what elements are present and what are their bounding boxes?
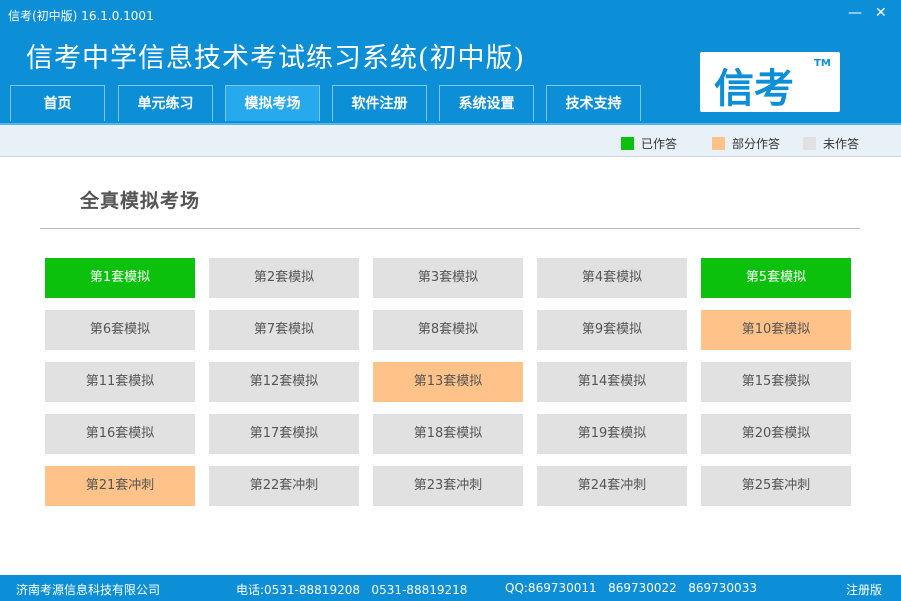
legend-partial: 部分作答 xyxy=(712,135,780,152)
status-edition: 注册版 xyxy=(846,583,883,597)
exam-button-20[interactable]: 第20套模拟 xyxy=(701,414,851,454)
exam-button-3[interactable]: 第3套模拟 xyxy=(373,258,523,298)
legend-none: 未作答 xyxy=(803,135,859,152)
exam-button-21[interactable]: 第21套冲刺 xyxy=(45,466,195,506)
legend-none-swatch xyxy=(803,137,816,150)
exam-button-9[interactable]: 第9套模拟 xyxy=(537,310,687,350)
legend-partial-swatch xyxy=(712,137,725,150)
legend-done: 已作答 xyxy=(621,135,677,152)
status-bar: 济南考源信息科技有限公司 电话:0531-88819208 0531-88819… xyxy=(0,575,901,601)
tab-software-register[interactable]: 软件注册 xyxy=(332,85,427,121)
exam-button-1[interactable]: 第1套模拟 xyxy=(45,258,195,298)
exam-button-23[interactable]: 第23套冲刺 xyxy=(373,466,523,506)
title-bar: 信考(初中版) 16.1.0.1001 — ✕ xyxy=(0,0,901,30)
app-title: 信考中学信息技术考试练习系统(初中版) xyxy=(26,43,526,74)
tab-tech-support[interactable]: 技术支持 xyxy=(546,85,641,121)
logo-trademark: TM xyxy=(814,58,831,69)
app-header: 信考中学信息技术考试练习系统(初中版) 信考 TM 首页 单元练习 模拟考场 软… xyxy=(0,30,901,123)
tab-mock-exam[interactable]: 模拟考场 xyxy=(225,85,320,121)
tab-unit-practice[interactable]: 单元练习 xyxy=(118,85,213,121)
exam-button-25[interactable]: 第25套冲刺 xyxy=(701,466,851,506)
exam-button-4[interactable]: 第4套模拟 xyxy=(537,258,687,298)
exam-button-18[interactable]: 第18套模拟 xyxy=(373,414,523,454)
minimize-button[interactable]: — xyxy=(848,5,862,21)
exam-button-22[interactable]: 第22套冲刺 xyxy=(209,466,359,506)
exam-button-6[interactable]: 第6套模拟 xyxy=(45,310,195,350)
logo: 信考 TM xyxy=(700,52,840,112)
section-divider xyxy=(40,228,860,229)
exam-button-7[interactable]: 第7套模拟 xyxy=(209,310,359,350)
legend-done-swatch xyxy=(621,137,634,150)
exam-button-15[interactable]: 第15套模拟 xyxy=(701,362,851,402)
exam-button-5[interactable]: 第5套模拟 xyxy=(701,258,851,298)
exam-button-2[interactable]: 第2套模拟 xyxy=(209,258,359,298)
logo-text: 信考 xyxy=(714,65,794,112)
tab-home[interactable]: 首页 xyxy=(10,85,105,121)
close-button[interactable]: ✕ xyxy=(875,5,887,21)
status-company: 济南考源信息科技有限公司 xyxy=(16,583,161,597)
exam-button-11[interactable]: 第11套模拟 xyxy=(45,362,195,402)
exam-button-13[interactable]: 第13套模拟 xyxy=(373,362,523,402)
section-title: 全真模拟考场 xyxy=(80,190,201,212)
exam-button-14[interactable]: 第14套模拟 xyxy=(537,362,687,402)
exam-button-17[interactable]: 第17套模拟 xyxy=(209,414,359,454)
status-qq: QQ:869730011 869730022 869730033 xyxy=(505,581,757,595)
exam-button-8[interactable]: 第8套模拟 xyxy=(373,310,523,350)
window-title: 信考(初中版) 16.1.0.1001 xyxy=(8,9,154,23)
exam-button-10[interactable]: 第10套模拟 xyxy=(701,310,851,350)
tab-system-settings[interactable]: 系统设置 xyxy=(439,85,534,121)
exam-button-16[interactable]: 第16套模拟 xyxy=(45,414,195,454)
status-phone: 电话:0531-88819208 0531-88819218 xyxy=(236,583,468,597)
exam-button-19[interactable]: 第19套模拟 xyxy=(537,414,687,454)
exam-grid: 第1套模拟 第2套模拟 第3套模拟 第4套模拟 第5套模拟第6套模拟 第7套模拟 第8套模拟… xyxy=(45,258,851,506)
exam-button-12[interactable]: 第12套模拟 xyxy=(209,362,359,402)
exam-button-24[interactable]: 第24套冲刺 xyxy=(537,466,687,506)
legend-bar: 已作答 部分作答 未作答 xyxy=(0,123,901,157)
